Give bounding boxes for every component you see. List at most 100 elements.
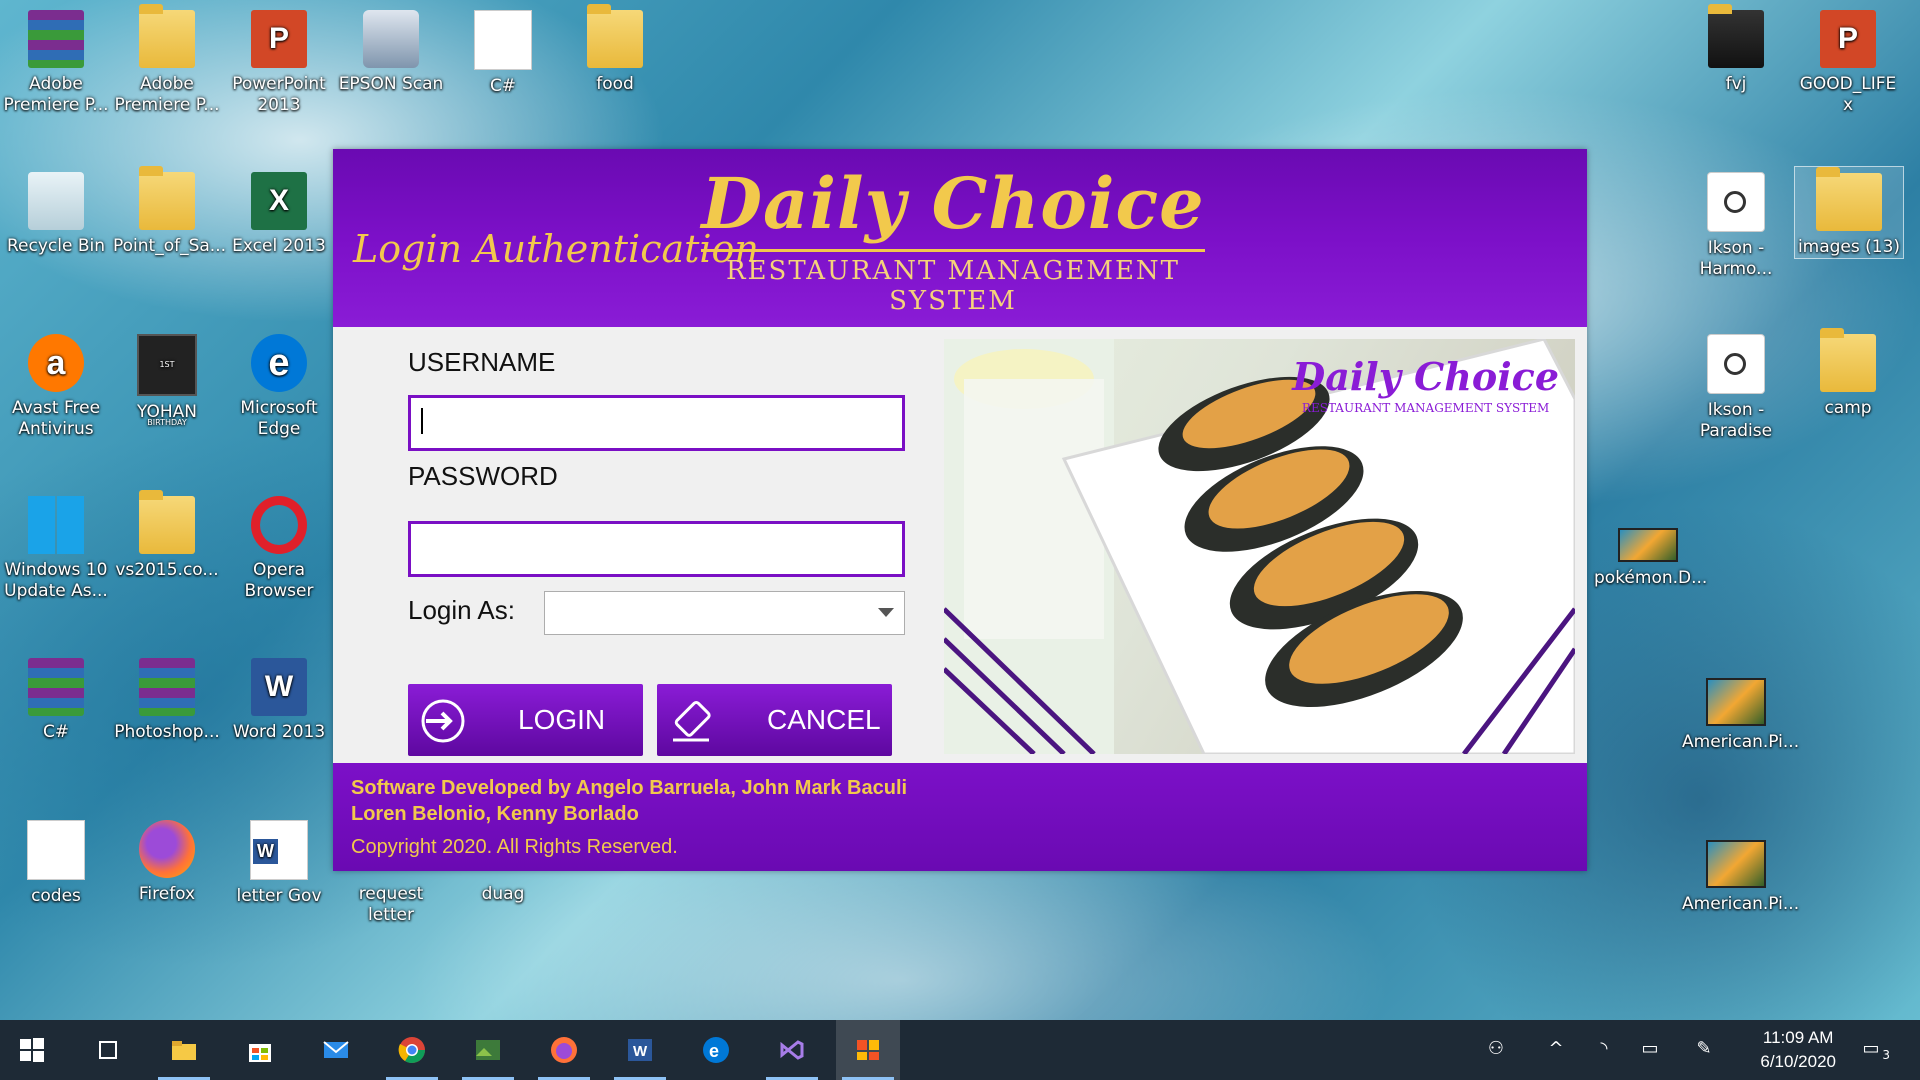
desktop-icon[interactable]: C#	[2, 652, 110, 743]
windows-start-icon	[20, 1038, 44, 1062]
svg-text:W: W	[633, 1043, 648, 1060]
password-input[interactable]	[408, 521, 905, 577]
people-icon[interactable]: ⚇	[1484, 1038, 1508, 1062]
windows-update-icon	[28, 496, 84, 554]
visual-studio-icon	[780, 1040, 804, 1060]
chrome-icon	[398, 1037, 426, 1064]
mail-icon	[323, 1041, 349, 1058]
wifi-icon[interactable]: ◝	[1592, 1038, 1616, 1062]
audio-file-icon	[1707, 172, 1765, 232]
desktop-icon[interactable]: pokémon.D...	[1594, 522, 1707, 589]
username-input[interactable]	[408, 395, 905, 451]
desktop-icon[interactable]: fvj	[1682, 4, 1790, 95]
login-window: Login Authentication Daily Choice RESTAU…	[333, 149, 1587, 871]
desktop-icon[interactable]: W letter Gov	[225, 814, 333, 907]
powerpoint-icon: P	[1820, 10, 1876, 68]
powerpoint-icon: P	[251, 10, 307, 68]
taskbar-clock[interactable]: 11:09 AM 6/10/2020	[1760, 1026, 1836, 1074]
food-image-panel: Daily Choice RESTAURANT MANAGEMENT SYSTE…	[944, 339, 1575, 754]
username-label: USERNAME	[408, 347, 556, 377]
task-view-button[interactable]	[76, 1020, 140, 1080]
firefox-icon	[551, 1037, 577, 1063]
word-icon: W	[628, 1039, 652, 1061]
taskbar-running-app[interactable]	[836, 1020, 900, 1080]
developer-credits-line1: Software Developed by Angelo Barruela, J…	[351, 777, 908, 799]
firefox-icon	[139, 820, 195, 878]
desktop-icon[interactable]: e Microsoft Edge	[225, 328, 333, 440]
desktop-icon[interactable]: Photoshop...	[113, 652, 221, 743]
edge-icon: e	[703, 1037, 729, 1063]
folder-icon	[139, 490, 195, 554]
desktop-icon[interactable]: Ikson - Paradise	[1682, 328, 1790, 442]
taskbar-chrome[interactable]	[380, 1020, 444, 1080]
desktop-icon[interactable]: W Word 2013	[225, 652, 333, 743]
chevron-down-icon[interactable]	[878, 608, 894, 617]
microsoft-store-icon	[249, 1044, 271, 1062]
desktop-icon[interactable]: 1ST BIRTHDAY YOHAN	[113, 328, 221, 427]
notification-count: 3	[1882, 1048, 1890, 1062]
folder-icon	[1816, 167, 1882, 231]
login-footer: Software Developed by Angelo Barruela, J…	[333, 763, 1587, 871]
desktop-icon[interactable]: American.Pi...	[1682, 834, 1799, 915]
winrar-icon	[139, 658, 195, 716]
taskbar-edge[interactable]: e	[684, 1020, 748, 1080]
cancel-button[interactable]: CANCEL	[657, 684, 892, 756]
desktop-icon[interactable]: Adobe Premiere P...	[113, 4, 221, 116]
taskbar-mail[interactable]	[304, 1020, 368, 1080]
desktop-icon[interactable]: Ikson - Harmo...	[1682, 166, 1790, 280]
login-arrow-icon	[421, 699, 465, 743]
folder-icon	[1708, 4, 1764, 68]
desktop-icon[interactable]: EPSON Scan	[337, 4, 445, 95]
video-thumbnail-icon: 1ST BIRTHDAY	[137, 334, 197, 427]
desktop-icon[interactable]: images (13)	[1794, 166, 1904, 259]
brand-subtitle: RESTAURANT MANAGEMENT SYSTEM	[701, 249, 1205, 316]
start-button[interactable]	[0, 1020, 64, 1080]
pen-icon[interactable]: ✎	[1692, 1038, 1716, 1062]
taskbar-photos[interactable]	[456, 1020, 520, 1080]
image-thumbnail-icon	[1706, 678, 1766, 726]
taskbar-store[interactable]	[228, 1020, 292, 1080]
desktop-icon[interactable]: Firefox	[113, 814, 221, 905]
svg-text:e: e	[709, 1041, 719, 1061]
desktop-icon[interactable]: American.Pi...	[1682, 672, 1799, 753]
folder-icon	[587, 4, 643, 68]
panel-brand-logo: Daily Choice RESTAURANT MANAGEMENT SYSTE…	[1292, 354, 1559, 415]
clock-time: 11:09 AM	[1762, 1028, 1834, 1047]
word-doc-icon: W	[250, 820, 308, 880]
eraser-icon	[673, 700, 711, 742]
desktop-icon[interactable]: camp	[1794, 328, 1902, 419]
action-center-button[interactable]: ▭ 3	[1856, 1038, 1890, 1062]
desktop-icon[interactable]: Adobe Premiere P...	[2, 4, 110, 116]
taskbar-firefox[interactable]	[532, 1020, 596, 1080]
login-as-label: Login As:	[408, 595, 515, 625]
desktop-icon[interactable]: vs2015.co...	[113, 490, 221, 581]
desktop-icon[interactable]: a Avast Free Antivirus	[2, 328, 110, 440]
desktop-icon[interactable]: C#	[449, 4, 557, 97]
folder-icon	[139, 4, 195, 68]
desktop-icon[interactable]: X Excel 2013	[225, 166, 333, 257]
login-button[interactable]: LOGIN	[408, 684, 643, 756]
desktop-icon[interactable]: P PowerPoint 2013	[225, 4, 333, 116]
desktop-icon[interactable]: food	[561, 4, 669, 95]
desktop-icon[interactable]: P GOOD_LIFE x	[1794, 4, 1902, 116]
login-header: Login Authentication Daily Choice RESTAU…	[333, 149, 1587, 327]
login-as-dropdown[interactable]	[544, 591, 905, 635]
winrar-icon	[28, 658, 84, 716]
clock-date: 6/10/2020	[1760, 1052, 1836, 1071]
desktop-icon[interactable]: Windows 10 Update As...	[2, 490, 110, 602]
desktop-icon[interactable]: Recycle Bin	[2, 166, 110, 257]
desktop-icon[interactable]: Opera Browser	[225, 490, 333, 602]
taskbar-word[interactable]: W	[608, 1020, 672, 1080]
video-thumbnail-icon	[1618, 528, 1678, 562]
desktop-icon[interactable]: codes	[2, 814, 110, 907]
task-view-icon	[99, 1041, 117, 1059]
audio-file-icon	[1707, 334, 1765, 394]
scanner-icon	[363, 10, 419, 68]
chevron-up-icon[interactable]: ^	[1544, 1038, 1568, 1062]
desktop-icon[interactable]: Point_of_Sa...	[113, 166, 226, 257]
battery-icon[interactable]: ▭	[1638, 1038, 1662, 1062]
taskbar: W e ⚇ ^ ◝ ▭ ✎ 11:09 AM 6/10/2020 ▭ 3	[0, 1020, 1920, 1080]
taskbar-visual-studio[interactable]	[760, 1020, 824, 1080]
taskbar-file-explorer[interactable]	[152, 1020, 216, 1080]
running-app-icon	[857, 1040, 879, 1060]
